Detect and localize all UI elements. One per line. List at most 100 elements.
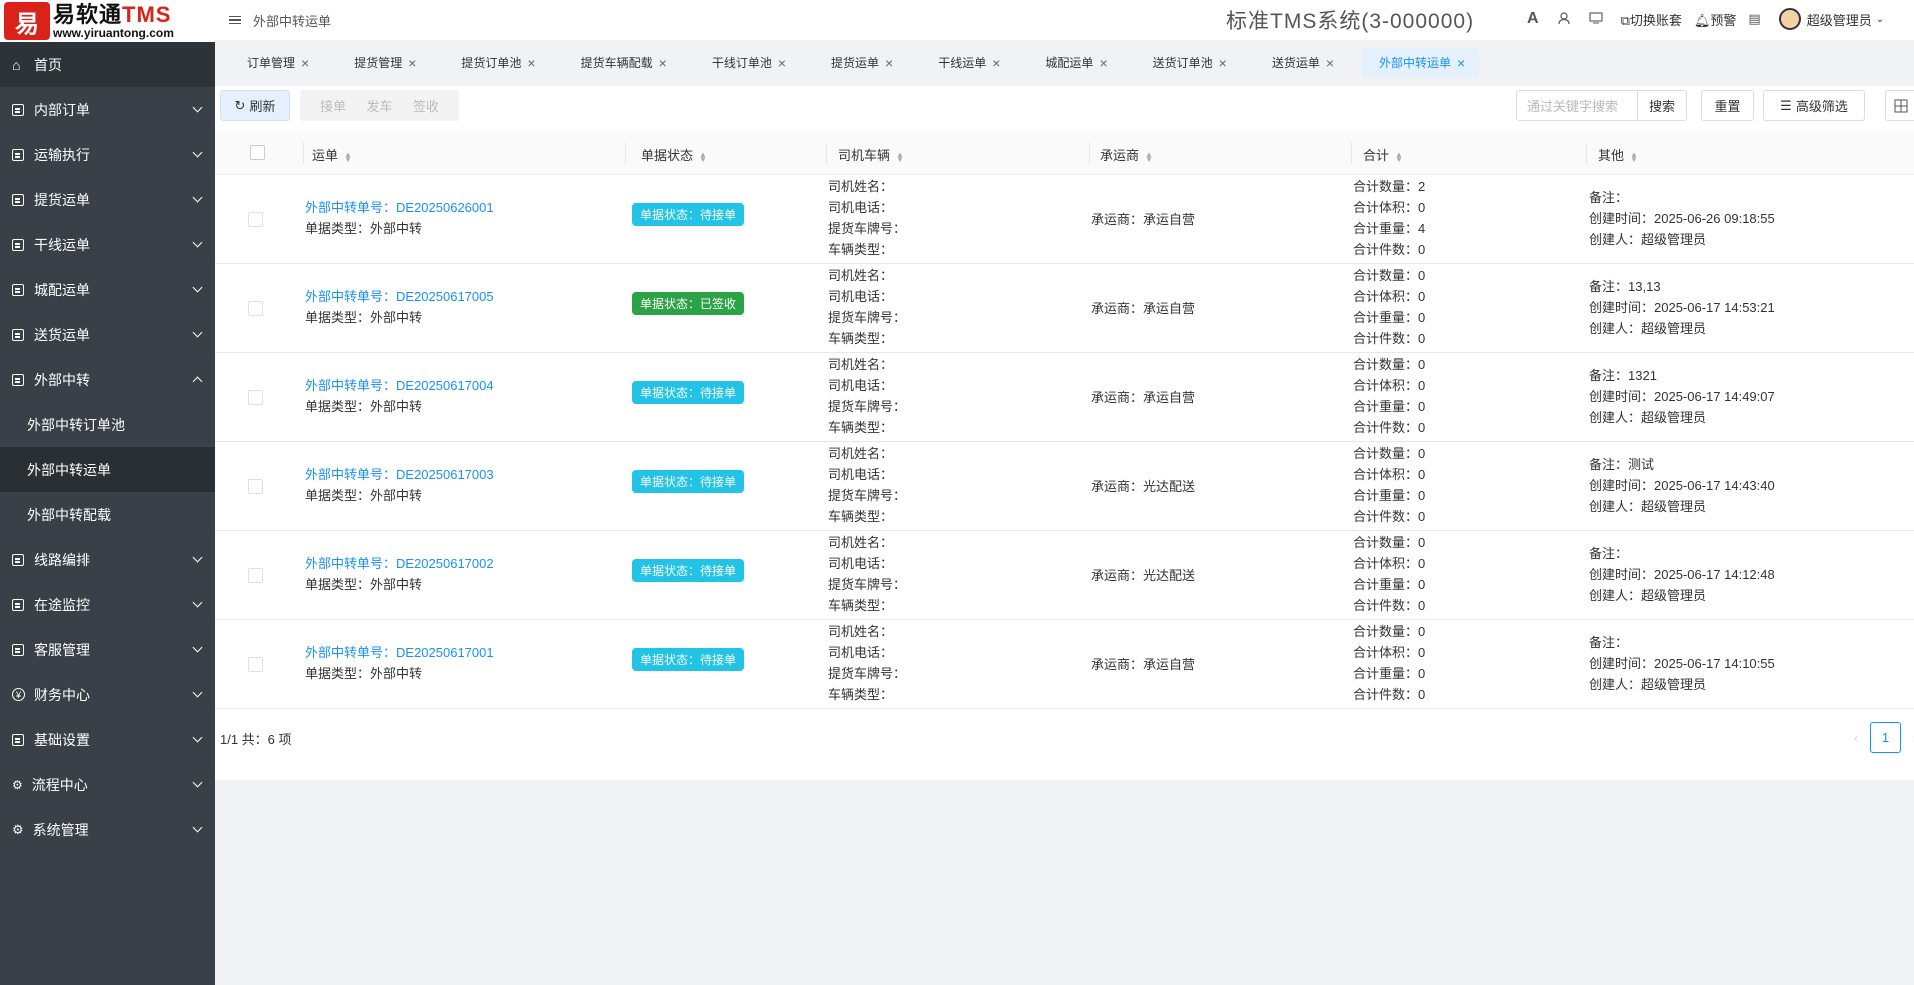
tab-pickup-vehicle-stowage[interactable]: 提货车辆配载 × (550, 48, 681, 77)
user-icon[interactable] (1557, 11, 1571, 28)
user-name[interactable]: 超级管理员 (1807, 10, 1872, 29)
refresh-button[interactable]: ↻ 刷新 (220, 90, 290, 121)
tab-trunk-waybill[interactable]: 干线运单 × (907, 48, 1014, 77)
waybill-link[interactable]: 外部中转单号：DE20250617003 (305, 464, 494, 485)
tab-external-transfer-waybill[interactable]: 外部中转运单 × (1362, 48, 1480, 77)
sidebar-item-trunk[interactable]: 干线运单 (0, 222, 215, 267)
close-icon[interactable]: × (527, 55, 535, 71)
search-input[interactable]: 通过关键字搜索 (1516, 90, 1637, 121)
page-number[interactable]: 1 (1870, 722, 1901, 753)
row-checkbox[interactable] (248, 657, 263, 672)
vehicle-type: 车辆类型： (828, 242, 894, 257)
accept-button[interactable]: 接单 (320, 96, 346, 115)
sort-icon[interactable]: ▲ ▼ (699, 150, 707, 163)
pickup-plate: 提货车牌号： (828, 488, 907, 503)
table-row[interactable]: 外部中转单号：DE20250617002 单据类型：外部中转 单据状态：待接单 司机姓… (215, 531, 1914, 620)
sidebar-item-internal-orders[interactable]: 内部订单 (0, 87, 215, 132)
tab-pickup-management[interactable]: 提货管理 × (323, 48, 430, 77)
table-row[interactable]: 外部中转单号：DE20250617003 单据类型：外部中转 单据状态：待接单 司机姓… (215, 442, 1914, 531)
carrier-cell: 承运商：承运自营 (1091, 301, 1196, 316)
column-header-status[interactable]: 单据状态 ▲ ▼ (641, 145, 707, 164)
screen-icon[interactable] (1589, 11, 1603, 27)
sort-icon[interactable]: ▲ ▼ (896, 150, 904, 163)
sidebar-item-basic-settings[interactable]: 基础设置 (0, 717, 215, 762)
table-row[interactable]: 外部中转单号：DE20250626001 单据类型：外部中转 单据状态：待接单 司机姓… (215, 175, 1914, 264)
layout-icon[interactable] (1885, 90, 1914, 121)
column-header-driver-vehicle[interactable]: 司机车辆 ▲ ▼ (838, 145, 904, 164)
close-icon[interactable]: × (778, 55, 786, 71)
waybill-link[interactable]: 外部中转单号：DE20250617005 (305, 286, 494, 307)
sidebar-subitem-transfer-stowage[interactable]: 外部中转配载 (0, 492, 215, 537)
waybill-link[interactable]: 外部中转单号：DE20250626001 (305, 197, 494, 218)
close-icon[interactable]: × (1457, 55, 1465, 71)
warning-button[interactable]: 🔔︎预警 (1694, 10, 1737, 29)
sidebar-item-workflow[interactable]: ⚙ 流程中心 (0, 762, 215, 807)
tab-pickup-order-pool[interactable]: 提货订单池 × (430, 48, 549, 77)
sidebar-subitem-transfer-pool[interactable]: 外部中转订单池 (0, 402, 215, 447)
reset-button[interactable]: 重置 (1701, 90, 1754, 121)
column-header-carrier[interactable]: 承运商 ▲ ▼ (1100, 145, 1153, 164)
close-icon[interactable]: × (408, 55, 416, 71)
waybill-link[interactable]: 外部中转单号：DE20250617004 (305, 375, 494, 396)
row-checkbox[interactable] (248, 479, 263, 494)
close-icon[interactable]: × (1099, 55, 1107, 71)
logo[interactable]: 易 易软通TMS www.yiruantong.com (0, 0, 215, 42)
switch-account-button[interactable]: ⧉切换账套 (1621, 10, 1682, 29)
sort-icon[interactable]: ▲ ▼ (1395, 150, 1403, 163)
sort-icon[interactable]: ▲ ▼ (344, 150, 352, 163)
table-row[interactable]: 外部中转单号：DE20250617001 单据类型：外部中转 单据状态：待接单 司机姓… (215, 620, 1914, 709)
row-checkbox[interactable] (248, 212, 263, 227)
close-icon[interactable]: × (659, 55, 667, 71)
sort-icon[interactable]: ▲ ▼ (1630, 150, 1638, 163)
sidebar-item-finance[interactable]: ¥ 财务中心 (0, 672, 215, 717)
table-row[interactable]: 外部中转单号：DE20250617004 单据类型：外部中转 单据状态：待接单 司机姓… (215, 353, 1914, 442)
tab-delivery-order-pool[interactable]: 送货订单池 × (1122, 48, 1241, 77)
tab-delivery-waybill[interactable]: 送货运单 × (1241, 48, 1348, 77)
waybill-link[interactable]: 外部中转单号：DE20250617001 (305, 642, 494, 663)
sidebar-item-monitoring[interactable]: 在途监控 (0, 582, 215, 627)
grid-icon (12, 373, 24, 386)
tab-trunk-order-pool[interactable]: 干线订单池 × (681, 48, 800, 77)
column-header-waybill[interactable]: 运单 ▲ ▼ (312, 145, 352, 164)
column-header-total[interactable]: 合计 ▲ ▼ (1363, 145, 1403, 164)
tab-city-waybill[interactable]: 城配运单 × (1014, 48, 1121, 77)
sort-icon[interactable]: ▲ ▼ (1145, 150, 1153, 163)
table-row[interactable]: 外部中转单号：DE20250617005 单据类型：外部中转 单据状态：已签收 司机姓… (215, 264, 1914, 353)
document-icon[interactable]: ▤ (1748, 11, 1760, 27)
sign-button[interactable]: 签收 (413, 96, 439, 115)
waybill-cell: 外部中转单号：DE20250617002 单据类型：外部中转 (305, 553, 494, 595)
sidebar-item-home[interactable]: ⌂ 首页 (0, 42, 215, 87)
sidebar-item-external-transfer[interactable]: 外部中转 (0, 357, 215, 402)
sidebar-item-city[interactable]: 城配运单 (0, 267, 215, 312)
sidebar-subitem-transfer-waybill[interactable]: 外部中转运单 (0, 447, 215, 492)
close-icon[interactable]: × (1326, 55, 1334, 71)
row-checkbox[interactable] (248, 568, 263, 583)
avatar[interactable] (1778, 8, 1801, 30)
close-icon[interactable]: × (885, 55, 893, 71)
sidebar-item-routes[interactable]: 线路编排 (0, 537, 215, 582)
sidebar-item-pickup[interactable]: 提货运单 (0, 177, 215, 222)
waybill-link[interactable]: 外部中转单号：DE20250617002 (305, 553, 494, 574)
search-button[interactable]: 搜索 (1637, 90, 1687, 121)
sidebar-item-customer-service[interactable]: 客服管理 (0, 627, 215, 672)
advanced-filter-button[interactable]: ☰ 高级筛选 (1763, 90, 1865, 121)
select-all-checkbox[interactable] (250, 145, 265, 160)
tab-pickup-waybill[interactable]: 提货运单 × (800, 48, 907, 77)
status-badge: 单据状态：待接单 (632, 559, 745, 582)
sidebar-item-delivery[interactable]: 送货运单 (0, 312, 215, 357)
sidebar-item-transport[interactable]: 运输执行 (0, 132, 215, 177)
prev-page-icon[interactable]: ‹ (1854, 731, 1858, 745)
tab-order-management[interactable]: 订单管理 × (215, 48, 323, 77)
menu-toggle-icon[interactable] (229, 14, 241, 27)
chevron-down-icon[interactable]: ⌄ (1876, 14, 1884, 25)
total-weight: 合计重量：0 (1353, 666, 1426, 681)
row-checkbox[interactable] (248, 390, 263, 405)
row-checkbox[interactable] (248, 301, 263, 316)
close-icon[interactable]: × (301, 55, 309, 71)
close-icon[interactable]: × (1219, 55, 1227, 71)
column-header-other[interactable]: 其他 ▲ ▼ (1598, 145, 1638, 164)
dispatch-button[interactable]: 发车 (366, 96, 392, 115)
font-size-icon[interactable]: A (1527, 10, 1539, 28)
sidebar-item-system[interactable]: ⚙ 系统管理 (0, 807, 215, 852)
close-icon[interactable]: × (992, 55, 1000, 71)
